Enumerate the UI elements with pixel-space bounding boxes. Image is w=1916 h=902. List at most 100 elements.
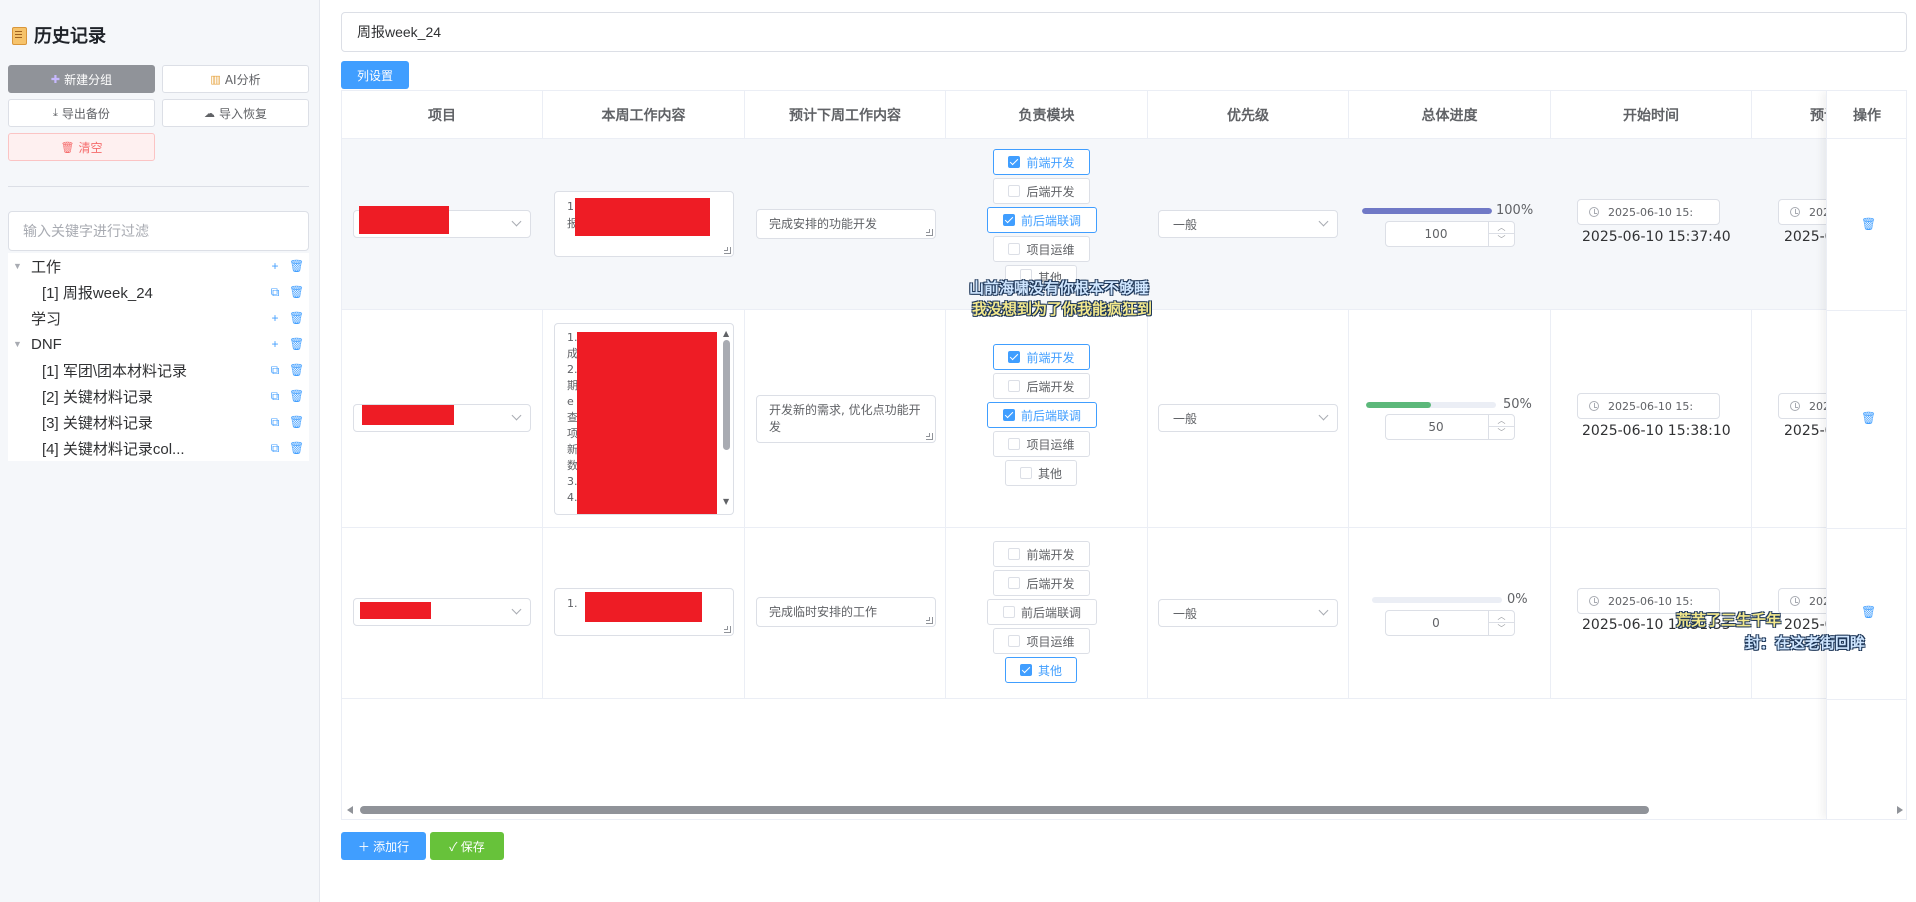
delete-row-icon[interactable]: 🗑	[1861, 605, 1876, 619]
new-group-button[interactable]: ✚ 新建分组	[8, 65, 155, 93]
progress-percent: 100%	[1496, 203, 1534, 218]
chevron-down-icon	[511, 216, 522, 227]
copy-icon[interactable]: ⧉	[269, 363, 281, 378]
delete-icon[interactable]: 🗑	[289, 311, 304, 325]
this-week-textarea[interactable]: 1. 成 2. 期 e 查 项 新 数 3. 4. ▲ ▼	[554, 323, 734, 515]
module-checkbox-fullstack[interactable]: 前后端联调	[987, 207, 1097, 233]
progress-number-input[interactable]: 50 ︿ ﹀	[1385, 414, 1515, 440]
copy-icon[interactable]: ⧉	[269, 389, 281, 404]
add-icon[interactable]: +	[269, 311, 281, 325]
tree-node-dnf[interactable]: ▼ DNF + 🗑	[8, 331, 309, 357]
copy-icon[interactable]: ⧉	[269, 415, 281, 430]
priority-select[interactable]: 一般	[1158, 210, 1338, 238]
resize-grip-icon[interactable]	[724, 247, 731, 254]
header-next-week: 预计下周工作内容	[745, 91, 946, 139]
header-project: 项目	[342, 91, 543, 139]
resize-grip-icon[interactable]	[926, 229, 933, 236]
delete-row-icon[interactable]: 🗑	[1861, 217, 1876, 231]
next-week-textarea[interactable]: 完成安排的功能开发	[756, 209, 936, 239]
module-checkbox-frontend[interactable]: 前端开发	[993, 541, 1090, 567]
resize-grip-icon[interactable]	[724, 626, 731, 633]
clock-icon	[1589, 207, 1599, 217]
redaction	[575, 198, 710, 236]
copy-icon[interactable]: ⧉	[269, 441, 281, 456]
add-icon[interactable]: +	[269, 337, 281, 351]
tree-node-key-materials-2[interactable]: [2] 关键材料记录 ⧉ 🗑	[8, 383, 309, 409]
redaction	[585, 592, 702, 622]
caret-down-icon[interactable]: ▼	[13, 261, 23, 271]
scroll-right-icon[interactable]	[1897, 806, 1903, 814]
import-restore-button[interactable]: ☁ 导入恢复	[162, 99, 309, 127]
resize-grip-icon[interactable]	[926, 617, 933, 624]
report-title-input[interactable]	[341, 12, 1907, 52]
delete-icon[interactable]: 🗑	[289, 285, 304, 300]
clear-button[interactable]: 🗑 清空	[8, 133, 155, 161]
module-checkbox-ops[interactable]: 项目运维	[993, 628, 1090, 654]
chevron-down-icon[interactable]: ﹀	[1488, 427, 1514, 439]
tree-node-work[interactable]: ▼ 工作 + 🗑	[8, 253, 309, 279]
module-checkbox-fullstack[interactable]: 前后端联调	[987, 599, 1097, 625]
history-sidebar: 历史记录 ✚ 新建分组 ▥ AI分析 ⤓ 导出备份 ☁ 导入恢复 🗑 清空 ▼ …	[0, 0, 320, 902]
project-select[interactable]	[353, 404, 531, 432]
this-week-textarea[interactable]: 1. 报	[554, 191, 734, 257]
add-row-button[interactable]: ＋ 添加行	[341, 832, 426, 860]
scroll-left-icon[interactable]	[347, 806, 353, 814]
project-select[interactable]	[353, 206, 531, 238]
delete-icon[interactable]: 🗑	[289, 389, 304, 404]
module-checkbox-backend[interactable]: 后端开发	[993, 373, 1090, 399]
export-backup-button[interactable]: ⤓ 导出备份	[8, 99, 155, 127]
module-checkbox-backend[interactable]: 后端开发	[993, 570, 1090, 596]
chevron-up-icon[interactable]: ︿	[1488, 222, 1514, 234]
next-week-textarea[interactable]: 完成临时安排的工作	[756, 597, 936, 627]
progress-number-input[interactable]: 0 ︿ ﹀	[1385, 610, 1515, 636]
copy-icon[interactable]: ⧉	[269, 285, 281, 300]
delete-icon[interactable]: 🗑	[289, 337, 304, 351]
module-checkbox-backend[interactable]: 后端开发	[993, 178, 1090, 204]
module-checkbox-other[interactable]: 其他	[1005, 657, 1077, 683]
tree-node-study[interactable]: 学习 + 🗑	[8, 305, 309, 331]
chevron-up-icon[interactable]: ︿	[1488, 415, 1514, 427]
resize-grip-icon[interactable]	[926, 433, 933, 440]
chevron-down-icon[interactable]: ﹀	[1488, 623, 1514, 635]
start-time-picker[interactable]: 2025-06-10 15:	[1577, 393, 1720, 419]
module-checkbox-fullstack[interactable]: 前后端联调	[987, 402, 1097, 428]
chevron-up-icon[interactable]: ︿	[1488, 611, 1514, 623]
checkbox-icon	[1008, 351, 1021, 363]
caret-down-icon[interactable]: ▼	[13, 339, 23, 349]
priority-select[interactable]: 一般	[1158, 599, 1338, 627]
this-week-textarea[interactable]: 1.	[554, 588, 734, 636]
module-checkbox-other[interactable]: 其他	[1005, 460, 1077, 486]
tree-node-weekly-report[interactable]: [1] 周报week_24 ⧉ 🗑	[8, 279, 309, 305]
delete-icon[interactable]: 🗑	[289, 441, 304, 456]
ai-analysis-button[interactable]: ▥ AI分析	[162, 65, 309, 93]
scrollbar-thumb[interactable]	[360, 806, 1649, 814]
project-select[interactable]	[353, 598, 531, 626]
chevron-down-icon	[1318, 216, 1329, 227]
module-checkbox-frontend[interactable]: 前端开发	[993, 149, 1090, 175]
table-horizontal-scrollbar[interactable]	[342, 803, 1906, 817]
chevron-down-icon[interactable]: ﹀	[1488, 234, 1514, 246]
save-button[interactable]: ✓ 保存	[430, 832, 504, 860]
tree-node-legion-materials[interactable]: [1] 军团\团本材料记录 ⧉ 🗑	[8, 357, 309, 383]
priority-select[interactable]: 一般	[1158, 404, 1338, 432]
delete-icon[interactable]: 🗑	[289, 259, 304, 273]
module-checkbox-ops[interactable]: 项目运维	[993, 236, 1090, 262]
sidebar-title-text: 历史记录	[34, 26, 106, 47]
delete-icon[interactable]: 🗑	[289, 363, 304, 378]
add-icon[interactable]: +	[269, 259, 281, 273]
textarea-scrollbar[interactable]: ▲ ▼	[722, 326, 732, 510]
start-time-text: 2025-06-10 15:38:10	[1582, 423, 1731, 439]
tree-filter-input[interactable]	[8, 211, 309, 251]
delete-row-icon[interactable]: 🗑	[1861, 411, 1876, 425]
delete-icon[interactable]: 🗑	[289, 415, 304, 430]
module-checkbox-ops[interactable]: 项目运维	[993, 431, 1090, 457]
next-week-textarea[interactable]: 开发新的需求, 优化点功能开发	[756, 395, 936, 443]
tree-node-key-materials-3[interactable]: [3] 关键材料记录 ⧉ 🗑	[8, 409, 309, 435]
column-settings-button[interactable]: 列设置	[341, 61, 409, 89]
checkbox-icon	[1008, 243, 1021, 255]
tree-node-key-materials-4[interactable]: [4] 关键材料记录col... ⧉ 🗑	[8, 435, 309, 461]
start-time-picker[interactable]: 2025-06-10 15:	[1577, 199, 1720, 225]
module-checkbox-frontend[interactable]: 前端开发	[993, 344, 1090, 370]
progress-percent: 0%	[1507, 592, 1528, 607]
progress-number-input[interactable]: 100 ︿ ﹀	[1385, 221, 1515, 247]
